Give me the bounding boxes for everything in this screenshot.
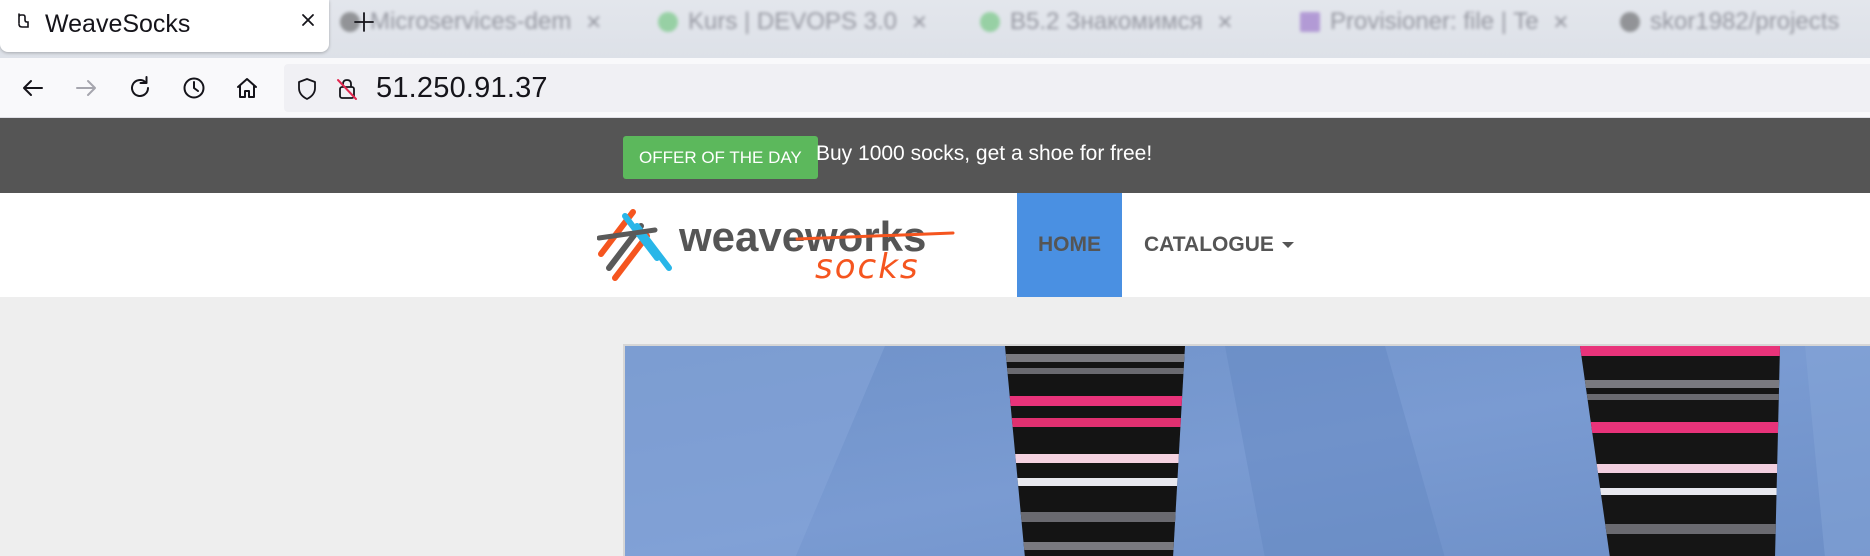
background-tab[interactable]: Provisioner: file | Te ✕ xyxy=(1300,8,1569,38)
shield-icon[interactable] xyxy=(294,76,320,102)
background-tab[interactable]: B5.2 Знакомимся ✕ xyxy=(980,8,1233,38)
nav-home[interactable]: HOME xyxy=(1017,193,1122,297)
striped-socks-photo xyxy=(625,346,1870,556)
close-icon[interactable]: ✕ xyxy=(585,12,602,34)
offer-text: Buy 1000 socks, get a shoe for free! xyxy=(816,142,1153,165)
logo-word-socks: socks xyxy=(815,247,920,286)
page-icon xyxy=(18,13,29,28)
offer-of-the-day-button[interactable]: OFFER OF THE DAY xyxy=(623,136,818,179)
history-icon[interactable] xyxy=(178,72,210,104)
url-text[interactable]: 51.250.91.37 xyxy=(376,72,548,105)
nav-catalogue[interactable]: CATALOGUE xyxy=(1144,193,1294,297)
home-icon[interactable] xyxy=(231,72,263,104)
background-tab[interactable]: Microservices-dem ✕ xyxy=(340,8,602,38)
close-icon[interactable] xyxy=(297,9,319,31)
tab-title: B5.2 Знакомимся xyxy=(1010,8,1203,35)
nav-catalogue-label: CATALOGUE xyxy=(1144,233,1274,256)
browser-toolbar: 51.250.91.37 xyxy=(0,58,1870,118)
green-dot-icon xyxy=(980,12,1000,32)
caret-down-icon xyxy=(1281,242,1294,248)
background-tab[interactable]: Kurs | DEVOPS 3.0 ✕ xyxy=(658,8,928,38)
new-tab-icon[interactable] xyxy=(351,9,377,35)
green-dot-icon xyxy=(658,12,678,32)
forward-icon[interactable] xyxy=(70,72,102,104)
weaveworks-socks-logo[interactable]: weave works socks xyxy=(596,206,957,287)
back-icon[interactable] xyxy=(17,72,49,104)
url-bar[interactable]: 51.250.91.37 xyxy=(284,64,1870,112)
close-icon[interactable]: ✕ xyxy=(911,12,928,34)
terraform-icon xyxy=(1300,12,1320,32)
reload-icon[interactable] xyxy=(124,72,156,104)
active-tab[interactable]: WeaveSocks xyxy=(0,0,329,52)
close-icon[interactable]: ✕ xyxy=(1553,12,1570,34)
background-tab[interactable]: skor1982/projects xyxy=(1620,8,1839,38)
logo-mark: weave works socks xyxy=(596,209,955,287)
tab-title: skor1982/projects xyxy=(1650,8,1840,35)
tab-strip: Microservices-dem ✕ Kurs | DEVOPS 3.0 ✕ B5… xyxy=(0,0,1870,58)
offer-bar: OFFER OF THE DAY Buy 1000 socks, get a s… xyxy=(0,118,1870,193)
tab-title: WeaveSocks xyxy=(45,10,191,38)
tab-title: Microservices-dem xyxy=(370,8,572,35)
close-icon[interactable]: ✕ xyxy=(1217,12,1234,34)
insecure-lock-icon[interactable] xyxy=(334,76,360,102)
site-navbar: weave works socks HOME CATALOGUE xyxy=(0,193,1870,297)
tab-title: Provisioner: file | Te xyxy=(1330,8,1539,35)
logo-word-weave: weave xyxy=(678,213,805,260)
github-icon xyxy=(1620,12,1640,32)
tab-title: Kurs | DEVOPS 3.0 xyxy=(688,8,897,35)
hero-banner-image[interactable] xyxy=(623,344,1870,556)
